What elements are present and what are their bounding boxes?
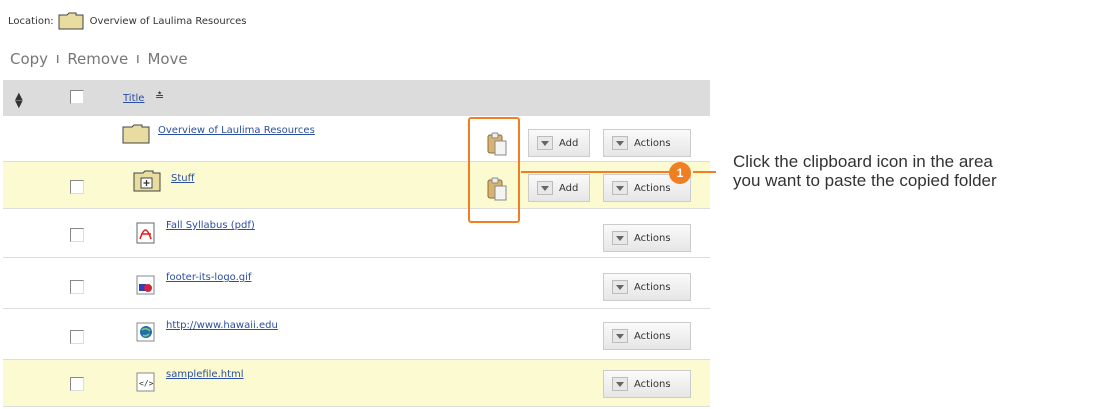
actions-dropdown-button[interactable]: Actions: [603, 273, 691, 301]
chevron-down-icon: [537, 136, 553, 150]
actions-dropdown-button[interactable]: Actions: [603, 322, 691, 350]
callout-line-2: you want to paste the copied folder: [733, 171, 997, 190]
actions-label: Actions: [634, 232, 671, 244]
folder-icon: [122, 124, 150, 144]
row-title-link[interactable]: Fall Syllabus (pdf): [166, 220, 255, 231]
chevron-down-icon: [612, 280, 628, 294]
action-toolbar: Copy I Remove I Move: [10, 50, 188, 68]
add-dropdown-button[interactable]: Add: [528, 129, 590, 157]
row-title-link[interactable]: samplefile.html: [166, 369, 244, 380]
callout-highlight-box: [468, 117, 520, 223]
pdf-icon: [136, 222, 155, 244]
callout-connector-line: [693, 171, 716, 173]
row-title-link[interactable]: Stuff: [171, 173, 195, 184]
toolbar-separator: I: [56, 52, 60, 66]
callout-instruction-text: Click the clipboard icon in the area you…: [733, 152, 997, 190]
chevron-down-icon: [612, 136, 628, 150]
actions-dropdown-button[interactable]: Actions: [603, 224, 691, 252]
actions-label: Actions: [634, 182, 671, 194]
callout-step-badge: 1: [669, 162, 691, 184]
actions-dropdown-button[interactable]: Actions: [603, 129, 691, 157]
actions-dropdown-button[interactable]: Actions: [603, 370, 691, 398]
row-checkbox[interactable]: [70, 180, 84, 194]
add-dropdown-button[interactable]: Add: [528, 174, 590, 202]
folder-icon: [58, 12, 84, 30]
location-bar: Location: Overview of Laulima Resources: [8, 8, 246, 34]
sort-ascending-icon: ≛: [155, 90, 165, 103]
actions-label: Actions: [634, 378, 671, 390]
table-header: [3, 80, 710, 116]
actions-label: Actions: [634, 330, 671, 342]
row-title-link[interactable]: Overview of Laulima Resources: [158, 125, 315, 136]
row-title-link[interactable]: footer-its-logo.gif: [166, 272, 251, 283]
row-checkbox[interactable]: [70, 280, 84, 294]
remove-button[interactable]: Remove: [67, 50, 128, 68]
actions-label: Actions: [634, 137, 671, 149]
select-all-checkbox[interactable]: [70, 90, 84, 104]
actions-label: Actions: [634, 281, 671, 293]
row-checkbox[interactable]: [70, 377, 84, 391]
title-sort-link[interactable]: Title: [123, 93, 144, 104]
add-label: Add: [559, 137, 579, 149]
move-button[interactable]: Move: [147, 50, 187, 68]
chevron-down-icon: [612, 377, 628, 391]
chevron-down-icon: [537, 181, 553, 195]
chevron-down-icon: [612, 231, 628, 245]
row-checkbox[interactable]: [70, 330, 84, 344]
chevron-down-icon: [612, 181, 628, 195]
copy-button[interactable]: Copy: [10, 50, 48, 68]
row-title-link[interactable]: http://www.hawaii.edu: [166, 320, 278, 331]
location-path: Overview of Laulima Resources: [89, 15, 247, 27]
html-file-icon: </>: [136, 372, 155, 392]
sort-toggle-icon[interactable]: ▲ ▼: [15, 92, 23, 110]
svg-text:</>: </>: [139, 379, 154, 388]
chevron-down-icon: [612, 329, 628, 343]
row-checkbox[interactable]: [70, 228, 84, 242]
folder-plus-icon[interactable]: [133, 170, 161, 192]
add-label: Add: [559, 182, 579, 194]
callout-line-1: Click the clipboard icon in the area: [733, 152, 993, 171]
location-label: Location:: [8, 15, 54, 27]
web-link-icon: [136, 322, 155, 342]
callout-connector-line: [521, 171, 677, 173]
image-icon: [136, 275, 155, 295]
toolbar-separator: I: [136, 52, 140, 66]
